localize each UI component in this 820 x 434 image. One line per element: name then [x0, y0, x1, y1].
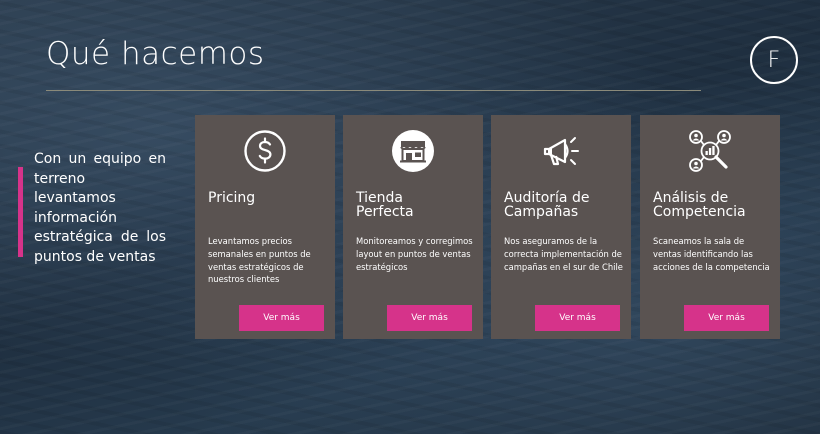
intro-text: Con un equipo en terreno levantamos info… — [34, 151, 166, 265]
brand-logo: F — [750, 36, 798, 84]
service-card-analisis: Análisis de Competencia Scaneamos la sal… — [640, 115, 780, 339]
dollar-coin-icon — [244, 130, 286, 172]
card-title: Tienda Perfecta — [356, 190, 414, 220]
card-title: Auditoría de Campañas — [504, 190, 590, 220]
card-title: Pricing — [208, 190, 256, 206]
card-description: Levantamos precios semanales en puntos d… — [208, 236, 311, 285]
ver-mas-button[interactable]: Ver más — [684, 305, 769, 331]
ver-mas-button[interactable]: Ver más — [387, 305, 472, 331]
card-description: Monitoreamos y corregimos layout en punt… — [356, 236, 473, 272]
card-description: Scaneamos la sala de ventas identificand… — [653, 236, 770, 272]
people-analysis-icon — [689, 130, 731, 172]
service-card-pricing: Pricing Levantamos precios semanales en … — [195, 115, 335, 339]
card-description: Nos aseguramos de la correcta implementa… — [504, 236, 623, 272]
title-divider — [46, 90, 701, 91]
card-title: Análisis de Competencia — [653, 190, 746, 220]
storefront-icon — [392, 130, 434, 172]
accent-bar — [18, 167, 23, 257]
megaphone-icon — [543, 137, 579, 166]
ver-mas-button[interactable]: Ver más — [239, 305, 324, 331]
service-card-tienda-perfecta: Tienda Perfecta Monitoreamos y corregimo… — [343, 115, 483, 339]
page-title: Qué hacemos — [46, 36, 265, 72]
ver-mas-button[interactable]: Ver más — [535, 305, 620, 331]
service-card-auditoria: Auditoría de Campañas Nos aseguramos de … — [491, 115, 631, 339]
